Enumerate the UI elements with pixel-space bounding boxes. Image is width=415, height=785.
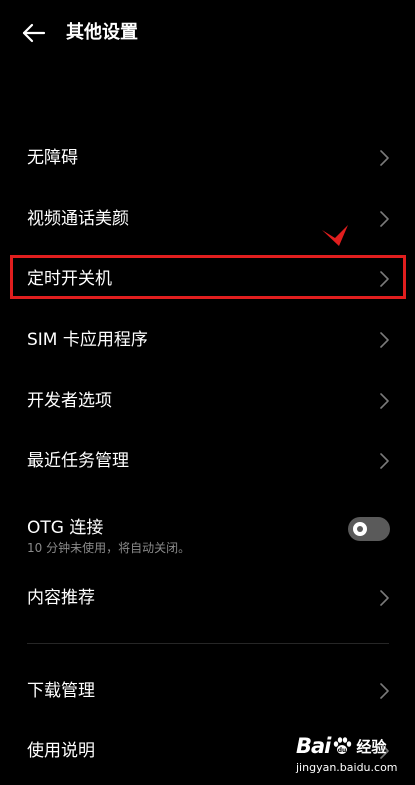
chevron-right-icon — [380, 332, 389, 348]
instructions-item[interactable]: 使用说明 — [0, 722, 415, 780]
page-title: 其他设置 — [66, 22, 138, 43]
otg-subtitle: 10 分钟未使用，将自动关闭。 — [27, 541, 191, 555]
developer-options-item[interactable]: 开发者选项 — [0, 372, 415, 430]
otg-label: OTG 连接 — [27, 518, 104, 538]
accessibility-label: 无障碍 — [27, 148, 78, 168]
content-recommendation-item[interactable]: 内容推荐 — [0, 569, 415, 627]
arrow-left-icon — [22, 23, 46, 43]
recent-tasks-item[interactable]: 最近任务管理 — [0, 432, 415, 490]
chevron-right-icon — [380, 590, 389, 606]
download-manager-item[interactable]: 下载管理 — [0, 662, 415, 720]
video-call-beauty-label: 视频通话美颜 — [27, 209, 129, 229]
otg-item[interactable]: OTG 连接 10 分钟未使用，将自动关闭。 — [0, 500, 415, 564]
chevron-right-icon — [380, 743, 389, 759]
chevron-right-icon — [380, 683, 389, 699]
recent-tasks-label: 最近任务管理 — [27, 451, 129, 471]
content-recommendation-label: 内容推荐 — [27, 588, 95, 608]
chevron-right-icon — [380, 150, 389, 166]
download-manager-label: 下载管理 — [27, 681, 95, 701]
sim-toolkit-label: SIM 卡应用程序 — [27, 330, 148, 350]
otg-toggle[interactable] — [348, 517, 390, 541]
section-divider — [27, 643, 389, 644]
chevron-right-icon — [380, 453, 389, 469]
chevron-right-icon — [380, 271, 389, 287]
chevron-right-icon — [380, 211, 389, 227]
header-bar: 其他设置 — [0, 0, 415, 66]
developer-options-label: 开发者选项 — [27, 391, 112, 411]
sim-toolkit-item[interactable]: SIM 卡应用程序 — [0, 311, 415, 369]
scheduled-power-label: 定时开关机 — [27, 269, 112, 289]
scheduled-power-item[interactable]: 定时开关机 — [0, 250, 415, 308]
back-button[interactable] — [20, 20, 48, 46]
video-call-beauty-item[interactable]: 视频通话美颜 — [0, 190, 415, 248]
instructions-label: 使用说明 — [27, 741, 95, 761]
accessibility-item[interactable]: 无障碍 — [0, 129, 415, 187]
toggle-knob — [353, 522, 367, 536]
chevron-right-icon — [380, 393, 389, 409]
